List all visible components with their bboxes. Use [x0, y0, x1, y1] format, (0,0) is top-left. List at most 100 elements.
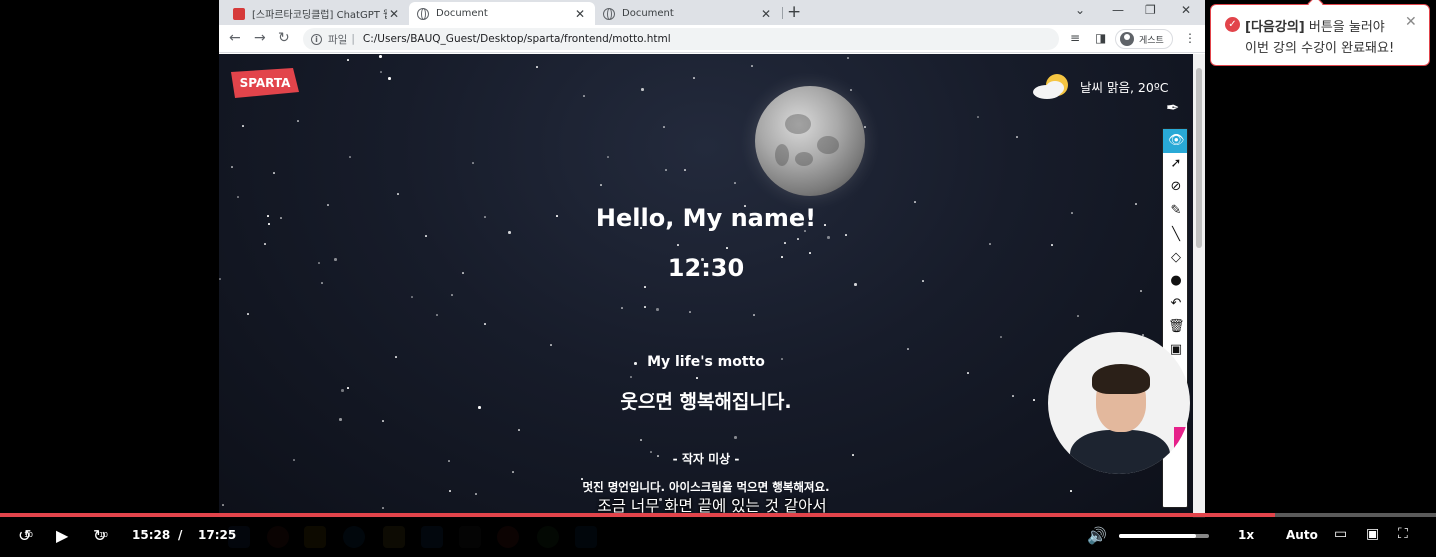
- star: [231, 166, 233, 168]
- url-text[interactable]: C:/Users/BAUQ_Guest/Desktop/sparta/front…: [363, 33, 671, 45]
- star: [349, 156, 351, 158]
- star: [600, 184, 602, 186]
- star: [914, 201, 916, 203]
- fullscreen-icon[interactable]: ⛶: [1398, 526, 1408, 542]
- quality-button[interactable]: Auto: [1286, 528, 1318, 542]
- cursor-arrow-icon[interactable]: ➚: [1168, 156, 1184, 172]
- tab-title: [스파르타코딩클럽] ChatGPT 웹: [252, 10, 387, 21]
- star: [1016, 136, 1018, 138]
- star: [339, 418, 342, 421]
- dot-size-icon[interactable]: ●: [1168, 273, 1184, 289]
- eye-icon[interactable]: 👁: [1168, 133, 1185, 149]
- pen-nib-icon[interactable]: ✒: [1166, 98, 1179, 117]
- scrollbar-thumb[interactable]: [1196, 68, 1202, 248]
- close-window-button[interactable]: ✕: [1181, 3, 1191, 17]
- time-separator: /: [178, 528, 183, 542]
- star: [641, 88, 644, 91]
- browser-toolbar: ← → ↻ i 파일 | C:/Users/BAUQ_Guest/Desktop…: [219, 25, 1205, 53]
- star: [436, 314, 438, 316]
- star: [472, 162, 474, 164]
- tab-title: Document: [436, 8, 488, 19]
- star: [734, 182, 736, 184]
- globe-icon: [417, 7, 429, 20]
- star: [321, 282, 323, 284]
- motto-author: - 작자 미상 -: [672, 452, 740, 466]
- volume-slider[interactable]: [1119, 534, 1209, 538]
- star: [644, 286, 646, 288]
- pen-off-icon[interactable]: ⊘: [1168, 179, 1184, 195]
- tab-document-active[interactable]: Document ✕: [409, 2, 595, 25]
- forward-label: 10: [99, 531, 108, 539]
- tab-chatgpt[interactable]: [스파르타코딩클럽] ChatGPT 웹 ✕: [225, 2, 409, 25]
- toast-bold-label: [다음강의]: [1245, 20, 1305, 35]
- star: [827, 236, 830, 239]
- trash-icon[interactable]: 🗑: [1168, 319, 1185, 335]
- svg-text:SPARTA: SPARTA: [240, 76, 292, 90]
- captions-icon[interactable]: ▭: [1334, 526, 1347, 542]
- close-icon[interactable]: ✕: [573, 7, 587, 21]
- toast-line-1-text: 버튼을 눌러야: [1304, 20, 1385, 35]
- reload-icon[interactable]: ↻: [278, 30, 290, 46]
- forward-icon[interactable]: →: [254, 30, 266, 46]
- tab-title: Document: [622, 8, 674, 19]
- back-icon[interactable]: ←: [229, 30, 241, 46]
- star: [388, 77, 391, 80]
- undo-icon[interactable]: ↶: [1168, 296, 1184, 312]
- star: [847, 57, 849, 59]
- minimize-button[interactable]: —: [1112, 3, 1124, 17]
- highlighter-icon[interactable]: ✎: [1168, 203, 1184, 219]
- star: [518, 429, 520, 431]
- star: [411, 296, 413, 298]
- theater-mode-icon[interactable]: ▣: [1366, 526, 1379, 542]
- star: [297, 120, 299, 122]
- star: [583, 95, 585, 97]
- address-bar[interactable]: i 파일 | C:/Users/BAUQ_Guest/Desktop/spart…: [303, 28, 1059, 50]
- quote-text: 멋진 명언입니다. 아이스크림을 먹으면 행복해져요.: [582, 480, 830, 494]
- weather-widget: 날씨 맑음, 20ºC: [1031, 70, 1168, 102]
- star: [630, 376, 632, 378]
- side-panel-icon[interactable]: ◨: [1095, 31, 1106, 45]
- page-scrollbar[interactable]: [1193, 54, 1205, 518]
- star: [242, 125, 244, 127]
- star: [380, 71, 382, 73]
- close-icon[interactable]: ✕: [1405, 14, 1417, 30]
- sun-cloud-icon: [1033, 74, 1068, 99]
- info-icon[interactable]: i: [311, 33, 322, 45]
- profile-button[interactable]: 게스트: [1115, 29, 1173, 49]
- divider: |: [351, 33, 355, 45]
- motto-title: My life's motto: [647, 354, 765, 370]
- play-icon[interactable]: ▶: [56, 526, 68, 545]
- star: [684, 169, 686, 171]
- star: [397, 193, 399, 195]
- presenter-hair: [1092, 364, 1150, 394]
- media-control-icon[interactable]: ≡: [1070, 31, 1080, 45]
- playback-speed-button[interactable]: 1x: [1238, 528, 1254, 542]
- volume-icon[interactable]: 🔊: [1087, 526, 1107, 545]
- new-tab-button[interactable]: +: [787, 2, 801, 22]
- star: [621, 307, 623, 309]
- browser-window: [스파르타코딩클럽] ChatGPT 웹 ✕ Document ✕ Docume…: [219, 0, 1205, 518]
- star: [425, 235, 427, 237]
- avatar-icon: [1120, 32, 1134, 46]
- line-icon[interactable]: ╲: [1168, 227, 1184, 243]
- maximize-button[interactable]: ❐: [1145, 3, 1156, 17]
- close-icon[interactable]: ✕: [759, 7, 773, 21]
- star: [1140, 290, 1142, 292]
- duration: 17:25: [198, 528, 237, 542]
- scheme-label: 파일: [328, 33, 348, 46]
- star: [696, 377, 698, 379]
- sparta-logo: SPARTA: [231, 68, 299, 98]
- toast-line-1: [다음강의] 버튼을 눌러야: [1245, 16, 1385, 35]
- star: [989, 243, 991, 245]
- tab-document[interactable]: Document ✕: [595, 2, 781, 25]
- rewind-label: 10: [24, 531, 33, 539]
- star: [379, 55, 382, 58]
- star: [1051, 244, 1053, 246]
- tab-search-icon[interactable]: ⌄: [1075, 3, 1085, 17]
- eraser-icon[interactable]: ◇: [1168, 250, 1184, 266]
- close-icon[interactable]: ✕: [387, 7, 401, 21]
- star: [644, 306, 646, 308]
- menu-icon[interactable]: ⋮: [1184, 31, 1196, 45]
- clock-text: 12:30: [667, 254, 745, 282]
- presenter-torso: [1070, 430, 1170, 474]
